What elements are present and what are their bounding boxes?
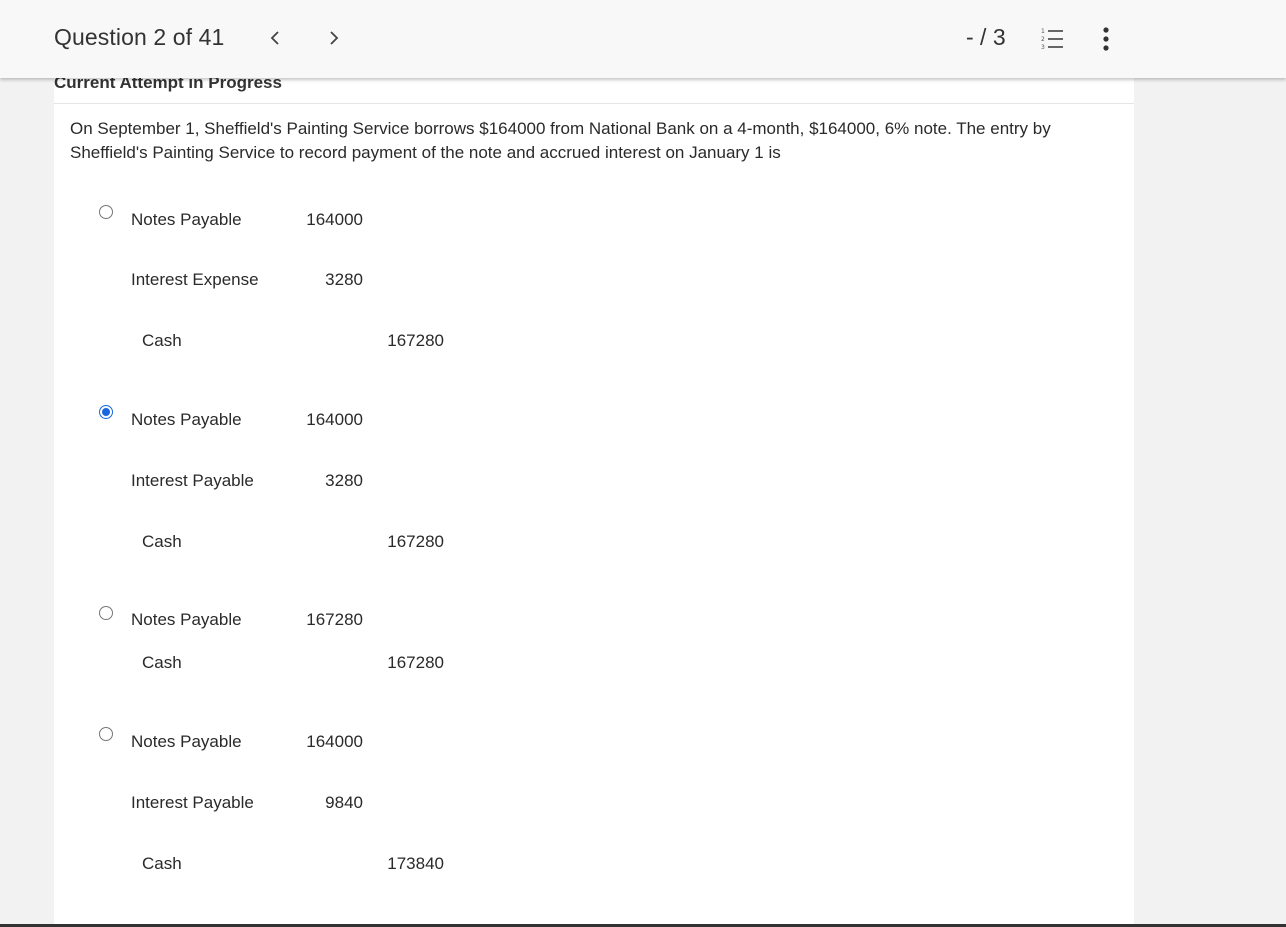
chevron-right-icon [330,31,339,45]
debit-amount: 167280 [306,610,363,629]
question-list-button[interactable]: 1 2 3 [1039,26,1065,52]
debit-amount: 164000 [306,210,363,229]
account-name: Cash [142,653,182,672]
account-name: Notes Payable [131,732,242,751]
next-question-button[interactable] [320,23,348,53]
svg-text:1: 1 [1041,28,1045,35]
credit-amount: 167280 [387,653,444,672]
more-options-button[interactable] [1095,26,1117,52]
previous-question-button[interactable] [261,23,289,53]
journal-line: Notes Payable 164000 [54,732,1134,754]
account-name: Cash [142,331,182,350]
journal-line: Cash 167280 [54,532,1134,554]
journal-line: Notes Payable 164000 [54,410,1134,432]
credit-amount: 173840 [387,854,444,873]
debit-amount: 164000 [306,410,363,429]
numbered-list-icon: 1 2 3 [1041,28,1063,51]
account-name: Notes Payable [131,610,242,629]
debit-amount: 9840 [325,793,363,812]
journal-line: Cash 167280 [54,653,1134,675]
question-text: On September 1, Sheffield's Painting Ser… [70,119,1051,162]
journal-line: Notes Payable 164000 [54,210,1134,232]
more-vertical-icon [1103,27,1109,51]
journal-line: Interest Payable 3280 [54,471,1134,493]
journal-line: Interest Expense 3280 [54,270,1134,292]
credit-amount: 167280 [387,331,444,350]
journal-line: Notes Payable 167280 [54,610,1134,632]
score-display: - / 3 [966,24,1006,50]
account-name: Interest Expense [131,270,259,289]
journal-line: Cash 167280 [54,331,1134,353]
credit-amount: 167280 [387,532,444,551]
journal-line: Interest Payable 9840 [54,793,1134,815]
account-name: Cash [142,532,182,551]
account-name: Notes Payable [131,410,242,429]
question-panel: Current Attempt in Progress On September… [54,73,1134,927]
debit-amount: 3280 [325,471,363,490]
account-name: Notes Payable [131,210,242,229]
debit-amount: 3280 [325,270,363,289]
divider [54,103,1134,104]
account-name: Interest Payable [131,471,254,490]
chevron-left-icon [270,31,279,45]
svg-text:2: 2 [1041,36,1045,43]
account-name: Cash [142,854,182,873]
account-name: Interest Payable [131,793,254,812]
svg-text:3: 3 [1041,44,1045,51]
question-counter: Question 2 of 41 [54,24,225,50]
journal-line: Cash 173840 [54,854,1134,876]
question-header: Question 2 of 41 - / 3 1 2 3 [0,0,1286,78]
debit-amount: 164000 [306,732,363,751]
